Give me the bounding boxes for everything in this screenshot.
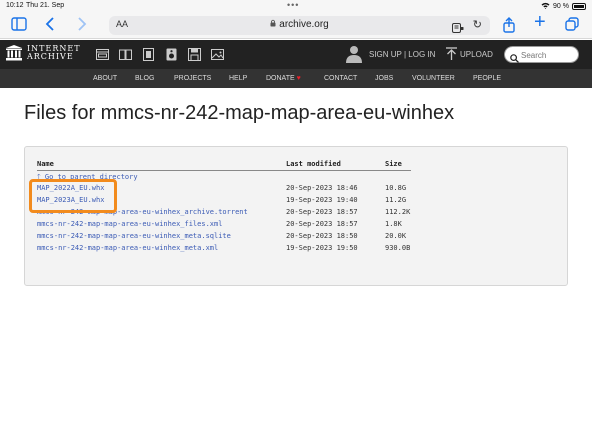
address-bar[interactable]: AA archive.org ↻ [109,16,490,35]
forward-icon[interactable] [77,17,87,31]
share-icon[interactable] [503,17,515,33]
battery-percent: 90 % [553,3,569,10]
upload-link[interactable]: UPLOAD [460,50,493,59]
texts-icon[interactable] [119,48,132,61]
new-tab-icon[interactable]: + [534,12,546,32]
file-modified: 20-Sep-2023 18:57 [286,208,358,216]
file-size: 1.8K [385,220,402,228]
nav-donate[interactable]: DONATE ♥ [266,75,301,82]
file-row: mmcs-nr-242-map-map-area-eu-winhex_meta.… [25,232,567,242]
sidebar-icon[interactable] [11,17,27,31]
nav-contact[interactable]: CONTACT [324,75,357,82]
archive-temple-icon [6,45,22,61]
file-modified: 19-Sep-2023 19:40 [286,196,358,204]
media-type-nav [96,48,224,61]
nav-people[interactable]: PEOPLE [473,75,501,82]
reader-view-icon[interactable] [452,20,464,38]
heart-icon: ♥ [296,75,301,82]
file-modified: 20-Sep-2023 18:57 [286,220,358,228]
file-listing: Name Last modified Size 🡑 Go to parent d… [24,146,568,286]
status-bar: 10:12 Thu 21. Sep ••• 90 % [0,0,592,13]
search-placeholder: Search [521,51,547,60]
nav-projects[interactable]: PROJECTS [174,75,211,82]
upload-icon[interactable] [446,47,457,65]
video-icon[interactable] [142,48,155,61]
ia-logo[interactable]: INTERNET ARCHIVE [6,45,81,61]
file-link[interactable]: mmcs-nr-242-map-map-area-eu-winhex_files… [37,220,222,228]
reload-icon[interactable]: ↻ [473,18,482,31]
status-time: 10:12 [6,2,24,9]
images-icon[interactable] [211,48,224,61]
user-icon[interactable] [346,45,362,68]
nav-donate-label: DONATE [266,75,295,82]
search-input[interactable]: Search [504,46,579,63]
file-size: 10.8G [385,184,407,192]
file-link[interactable]: mmcs-nr-242-map-map-area-eu-winhex_meta.… [37,232,231,240]
file-row: mmcs-nr-242-map-map-area-eu-winhex_files… [25,220,567,230]
browser-toolbar: AA archive.org ↻ + [0,12,592,39]
back-icon[interactable] [45,17,55,31]
file-row: mmcs-nr-242-map-map-area-eu-winhex_meta.… [25,244,567,254]
nav-help[interactable]: HELP [229,75,247,82]
nav-jobs[interactable]: JOBS [375,75,393,82]
file-modified: 19-Sep-2023 19:50 [286,244,358,252]
url-text: archive.org [279,19,329,30]
audio-icon[interactable] [165,48,178,61]
header-size[interactable]: Size [385,160,402,168]
file-size: 11.2G [385,196,407,204]
search-icon [510,50,519,68]
url-field[interactable]: archive.org [109,19,490,30]
file-size: 20.0K [385,232,407,240]
multitasking-dots-icon[interactable]: ••• [287,0,299,10]
nav-blog[interactable]: BLOG [135,75,154,82]
file-size: 112.2K [385,208,411,216]
header-divider [37,170,411,171]
page-title: Files for mmcs-nr-242-map-map-area-eu-wi… [24,102,455,124]
software-icon[interactable] [188,48,201,61]
file-link[interactable]: mmcs-nr-242-map-map-area-eu-winhex_meta.… [37,244,218,252]
web-icon[interactable] [96,48,109,61]
battery-icon [572,3,586,10]
nav-about[interactable]: ABOUT [93,75,117,82]
header-name[interactable]: Name [37,160,54,168]
signup-login-link[interactable]: SIGN UP | LOG IN [369,50,435,59]
logo-line2: ARCHIVE [27,52,74,61]
nav-volunteer[interactable]: VOLUNTEER [412,75,455,82]
file-modified: 20-Sep-2023 18:50 [286,232,358,240]
status-right: 90 % [541,2,586,11]
wifi-icon [541,2,550,11]
status-date: Thu 21. Sep [26,2,65,9]
file-modified: 20-Sep-2023 18:46 [286,184,358,192]
ia-subnav: ABOUT BLOG PROJECTS HELP DONATE ♥ CONTAC… [0,69,592,88]
lock-icon [270,19,276,30]
tabs-overview-icon[interactable] [565,17,579,31]
highlight-box [29,179,117,213]
file-size: 930.0B [385,244,411,252]
ia-header: INTERNET ARCHIVE SIGN UP | LOG IN UPLOAD… [0,40,592,69]
header-last-modified[interactable]: Last modified [286,160,341,168]
